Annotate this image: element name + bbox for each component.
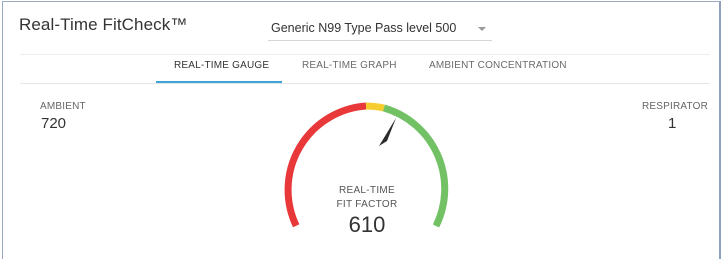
gauge-caption-line1: REAL-TIME [338,185,396,196]
gauge-needle [379,118,396,146]
gauge-yellow-segment [365,102,385,112]
fit-factor-value: 610 [348,212,386,237]
gauge-caption-line2: FIT FACTOR [336,199,398,210]
